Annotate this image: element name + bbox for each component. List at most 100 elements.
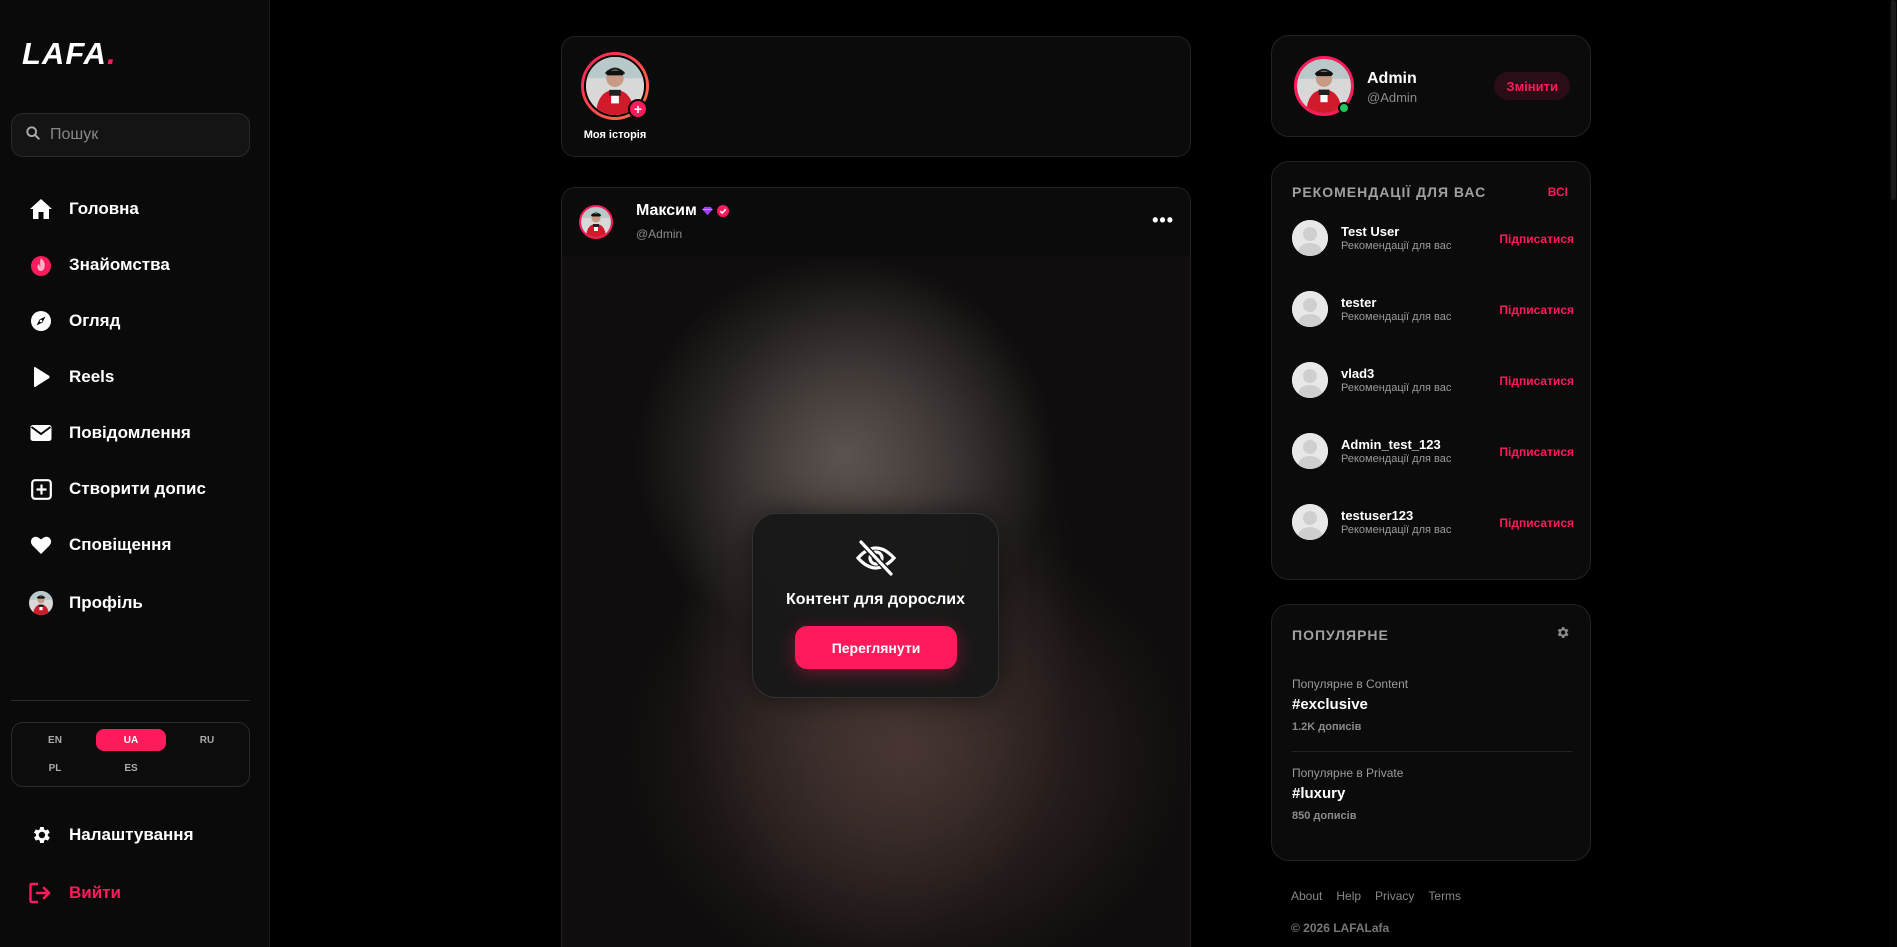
nav-item-profile[interactable]: Профіль	[28, 586, 143, 620]
scrollbar-thumb[interactable]	[1891, 0, 1896, 200]
avatar[interactable]	[1292, 220, 1328, 256]
user-name[interactable]: vlad3	[1341, 366, 1374, 381]
language-switcher: EN UA RU PL ES	[11, 722, 250, 787]
nav-item-settings[interactable]: Налаштування	[28, 818, 194, 852]
list-item: vlad3 Рекомендації для вас Підписатися	[1292, 362, 1574, 402]
nav-item-notifications[interactable]: Сповіщення	[28, 528, 171, 562]
footer-links: About Help Privacy Terms	[1291, 889, 1461, 903]
lang-ua[interactable]: UA	[96, 729, 166, 751]
nav-item-messages[interactable]: Повідомлення	[28, 416, 191, 450]
heart-icon	[28, 532, 54, 558]
see-all-link[interactable]: ВСІ	[1548, 185, 1568, 199]
search-input[interactable]	[50, 126, 230, 144]
nav-item-reels[interactable]: Reels	[28, 360, 114, 394]
diamond-icon	[702, 206, 713, 216]
trending-category: Популярне в Content	[1292, 677, 1409, 691]
logo[interactable]: LAFA.	[22, 36, 117, 72]
nav-item-dating[interactable]: Знайомства	[28, 248, 170, 282]
nav-label: Створити допис	[69, 479, 206, 498]
trending-item[interactable]: Популярне в Content #exclusive 1.2K допи…	[1292, 677, 1572, 733]
footer-link-privacy[interactable]: Privacy	[1375, 889, 1414, 903]
avatar[interactable]	[1292, 433, 1328, 469]
profile-handle: @Admin	[1367, 90, 1418, 105]
trending-tag: #exclusive	[1292, 696, 1368, 713]
adult-content-overlay: Контент для дорослих Переглянути	[752, 513, 999, 698]
nav-label: Профіль	[69, 593, 143, 612]
nav-item-home[interactable]: Головна	[28, 192, 139, 226]
lang-pl[interactable]: PL	[20, 757, 90, 779]
post-author-handle: @Admin	[636, 227, 683, 241]
user-subtitle: Рекомендації для вас	[1341, 382, 1452, 394]
user-name[interactable]: tester	[1341, 295, 1376, 310]
page-scrollbar[interactable]	[1889, 0, 1897, 947]
follow-button[interactable]: Підписатися	[1499, 232, 1574, 246]
user-name[interactable]: testuser123	[1341, 508, 1413, 523]
post-header: Максим @Admin •••	[562, 188, 1190, 256]
user-subtitle: Рекомендації для вас	[1341, 453, 1452, 465]
nav-item-create-post[interactable]: Створити допис	[28, 472, 206, 506]
logo-dot: .	[106, 36, 117, 71]
list-item: Test User Рекомендації для вас Підписати…	[1292, 220, 1574, 260]
footer-link-about[interactable]: About	[1291, 889, 1322, 903]
mail-icon	[28, 420, 54, 446]
nav-item-explore[interactable]: Огляд	[28, 304, 120, 338]
view-content-button[interactable]: Переглянути	[795, 626, 957, 669]
lang-es[interactable]: ES	[96, 757, 166, 779]
follow-button[interactable]: Підписатися	[1499, 374, 1574, 388]
follow-button[interactable]: Підписатися	[1499, 445, 1574, 459]
post-author[interactable]: Максим	[636, 202, 729, 220]
lang-en[interactable]: EN	[20, 729, 90, 751]
logout-label: Вийти	[69, 883, 121, 902]
nav-label: Головна	[69, 199, 139, 218]
adult-content-title: Контент для дорослих	[785, 591, 966, 608]
user-subtitle: Рекомендації для вас	[1341, 524, 1452, 536]
my-story-label: Моя історія	[583, 129, 647, 141]
stories-bar: + Моя історія	[561, 36, 1191, 157]
popular-title: ПОПУЛЯРНЕ	[1292, 627, 1389, 643]
recommendations-title: РЕКОМЕНДАЦІЇ ДЛЯ ВАС	[1292, 184, 1487, 200]
search-box	[11, 113, 250, 157]
home-icon	[28, 196, 54, 222]
nav-label: Сповіщення	[69, 535, 172, 554]
settings-label: Налаштування	[69, 825, 194, 844]
more-options-button[interactable]: •••	[1152, 210, 1174, 231]
user-subtitle: Рекомендації для вас	[1341, 240, 1452, 252]
recommendations-card: РЕКОМЕНДАЦІЇ ДЛЯ ВАС ВСІ Test User Реком…	[1271, 161, 1591, 580]
nav-label: Огляд	[69, 311, 121, 330]
user-name[interactable]: Admin_test_123	[1341, 437, 1441, 452]
compass-icon	[28, 308, 54, 334]
logo-text: LAFA	[22, 36, 107, 71]
avatar[interactable]	[1292, 362, 1328, 398]
gear-icon[interactable]	[1555, 625, 1570, 645]
play-icon	[28, 364, 54, 390]
trending-tag: #luxury	[1292, 785, 1346, 802]
avatar-icon	[28, 590, 54, 616]
popular-card: ПОПУЛЯРНЕ Популярне в Content #exclusive…	[1271, 604, 1591, 861]
flame-icon	[28, 252, 54, 278]
profile-card: Admin @Admin Змінити	[1271, 35, 1591, 137]
follow-button[interactable]: Підписатися	[1499, 303, 1574, 317]
list-item: tester Рекомендації для вас Підписатися	[1292, 291, 1574, 331]
avatar[interactable]	[1292, 504, 1328, 540]
popular-divider	[1292, 751, 1572, 752]
switch-account-button[interactable]: Змінити	[1494, 72, 1570, 100]
footer-link-terms[interactable]: Terms	[1428, 889, 1461, 903]
plus-square-icon	[28, 476, 54, 502]
trending-count: 1.2K дописів	[1292, 721, 1362, 733]
list-item: testuser123 Рекомендації для вас Підписа…	[1292, 504, 1574, 544]
footer-link-help[interactable]: Help	[1336, 889, 1361, 903]
post-author-avatar[interactable]	[579, 205, 613, 239]
lang-ru[interactable]: RU	[172, 729, 242, 751]
eye-off-icon	[855, 539, 897, 581]
trending-item[interactable]: Популярне в Private #luxury 850 дописів	[1292, 766, 1572, 822]
profile-name: Admin	[1367, 70, 1417, 87]
post-author-name: Максим	[636, 202, 697, 219]
avatar[interactable]	[1292, 291, 1328, 327]
logout-icon	[28, 880, 54, 906]
follow-button[interactable]: Підписатися	[1499, 516, 1574, 530]
user-name[interactable]: Test User	[1341, 224, 1399, 239]
add-story-button[interactable]: +	[628, 99, 648, 119]
nav-item-logout[interactable]: Вийти	[28, 876, 121, 910]
list-item: Admin_test_123 Рекомендації для вас Підп…	[1292, 433, 1574, 473]
copyright: © 2026 LAFALafa	[1291, 921, 1390, 935]
